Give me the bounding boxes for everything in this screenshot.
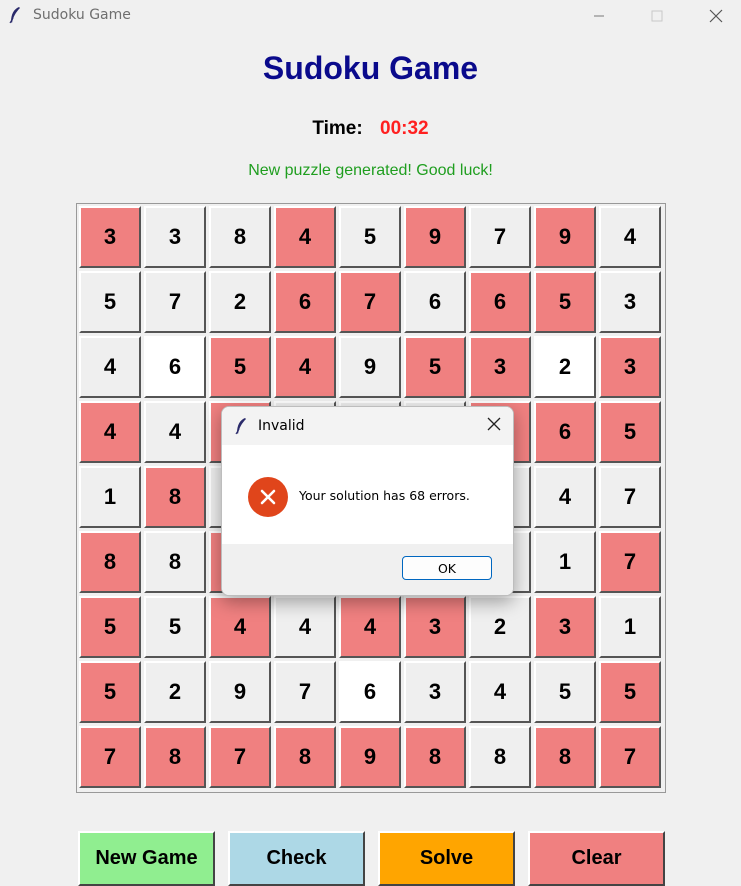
sudoku-cell[interactable]: 8: [144, 531, 206, 593]
dialog-titlebar: Invalid: [222, 407, 513, 445]
sudoku-cell[interactable]: 3: [404, 596, 466, 658]
close-icon: [487, 417, 501, 431]
sudoku-cell[interactable]: 6: [469, 271, 531, 333]
dialog-message: Your solution has 68 errors.: [299, 488, 470, 503]
sudoku-cell[interactable]: 1: [599, 596, 661, 658]
sudoku-cell[interactable]: 4: [274, 206, 336, 268]
sudoku-cell[interactable]: 5: [209, 336, 271, 398]
dialog-title: Invalid: [258, 418, 305, 434]
minimize-icon: [594, 15, 604, 17]
sudoku-cell[interactable]: 5: [404, 336, 466, 398]
sudoku-cell[interactable]: 4: [144, 401, 206, 463]
check-button[interactable]: Check: [228, 831, 365, 886]
sudoku-cell[interactable]: 5: [144, 596, 206, 658]
sudoku-cell[interactable]: 3: [599, 336, 661, 398]
sudoku-cell[interactable]: 3: [404, 661, 466, 723]
invalid-dialog: Invalid Your solution has 68 errors. OK: [221, 406, 514, 596]
ok-button[interactable]: OK: [402, 556, 492, 580]
window-title: Sudoku Game: [33, 7, 131, 23]
sudoku-cell[interactable]: 5: [79, 271, 141, 333]
timer: Time: 00:32: [0, 118, 741, 140]
sudoku-cell[interactable]: 3: [469, 336, 531, 398]
maximize-icon: [651, 10, 663, 22]
sudoku-cell[interactable]: 1: [79, 466, 141, 528]
timer-value: 00:32: [380, 118, 429, 139]
sudoku-cell[interactable]: 8: [404, 726, 466, 788]
sudoku-cell[interactable]: 3: [599, 271, 661, 333]
sudoku-cell[interactable]: 2: [469, 596, 531, 658]
sudoku-cell[interactable]: 8: [144, 466, 206, 528]
feather-icon: [235, 418, 246, 435]
sudoku-cell[interactable]: 8: [274, 726, 336, 788]
sudoku-cell[interactable]: 7: [599, 466, 661, 528]
sudoku-cell[interactable]: 9: [209, 661, 271, 723]
sudoku-cell[interactable]: 9: [339, 336, 401, 398]
sudoku-cell[interactable]: 4: [469, 661, 531, 723]
sudoku-cell[interactable]: 4: [79, 401, 141, 463]
sudoku-cell[interactable]: 9: [404, 206, 466, 268]
sudoku-cell[interactable]: 7: [339, 271, 401, 333]
sudoku-cell[interactable]: 6: [404, 271, 466, 333]
new-game-button[interactable]: New Game: [78, 831, 215, 886]
solve-button[interactable]: Solve: [378, 831, 515, 886]
sudoku-cell[interactable]: 8: [534, 726, 596, 788]
sudoku-cell[interactable]: 4: [599, 206, 661, 268]
sudoku-cell[interactable]: 7: [209, 726, 271, 788]
sudoku-cell[interactable]: 9: [534, 206, 596, 268]
sudoku-cell[interactable]: 4: [274, 596, 336, 658]
error-icon: [248, 477, 288, 517]
sudoku-cell[interactable]: 4: [339, 596, 401, 658]
timer-label: Time:: [312, 118, 363, 139]
sudoku-cell[interactable]: 7: [79, 726, 141, 788]
sudoku-cell[interactable]: 6: [144, 336, 206, 398]
sudoku-cell[interactable]: 4: [534, 466, 596, 528]
sudoku-cell[interactable]: 5: [79, 596, 141, 658]
sudoku-cell[interactable]: 8: [209, 206, 271, 268]
sudoku-cell[interactable]: 9: [339, 726, 401, 788]
minimize-button[interactable]: [576, 0, 622, 32]
sudoku-cell[interactable]: 4: [209, 596, 271, 658]
sudoku-cell[interactable]: 5: [599, 401, 661, 463]
status-message: New puzzle generated! Good luck!: [248, 162, 493, 179]
sudoku-cell[interactable]: 6: [339, 661, 401, 723]
sudoku-cell[interactable]: 5: [79, 661, 141, 723]
sudoku-cell[interactable]: 7: [144, 271, 206, 333]
sudoku-cell[interactable]: 6: [534, 401, 596, 463]
sudoku-cell[interactable]: 5: [339, 206, 401, 268]
sudoku-cell[interactable]: 2: [534, 336, 596, 398]
sudoku-cell[interactable]: 4: [274, 336, 336, 398]
dialog-footer: OK: [222, 544, 513, 595]
sudoku-cell[interactable]: 7: [469, 206, 531, 268]
sudoku-cell[interactable]: 2: [144, 661, 206, 723]
sudoku-cell[interactable]: 8: [469, 726, 531, 788]
sudoku-cell[interactable]: 4: [79, 336, 141, 398]
sudoku-cell[interactable]: 3: [534, 596, 596, 658]
dialog-close-button[interactable]: [487, 416, 501, 435]
page-title: Sudoku Game: [262, 50, 479, 86]
window-titlebar: Sudoku Game: [0, 0, 741, 32]
close-icon: [709, 9, 723, 23]
sudoku-cell[interactable]: 2: [209, 271, 271, 333]
dialog-body: Your solution has 68 errors.: [222, 445, 513, 544]
sudoku-cell[interactable]: 6: [274, 271, 336, 333]
sudoku-cell[interactable]: 5: [599, 661, 661, 723]
sudoku-cell[interactable]: 3: [79, 206, 141, 268]
sudoku-cell[interactable]: 5: [534, 661, 596, 723]
sudoku-cell[interactable]: 5: [534, 271, 596, 333]
clear-button[interactable]: Clear: [528, 831, 665, 886]
sudoku-cell[interactable]: 8: [79, 531, 141, 593]
maximize-button[interactable]: [634, 0, 680, 32]
close-button[interactable]: [693, 0, 739, 32]
sudoku-cell[interactable]: 7: [599, 531, 661, 593]
sudoku-cell[interactable]: 7: [599, 726, 661, 788]
sudoku-cell[interactable]: 8: [144, 726, 206, 788]
feather-icon: [9, 7, 20, 24]
sudoku-cell[interactable]: 1: [534, 531, 596, 593]
sudoku-cell[interactable]: 7: [274, 661, 336, 723]
sudoku-cell[interactable]: 3: [144, 206, 206, 268]
